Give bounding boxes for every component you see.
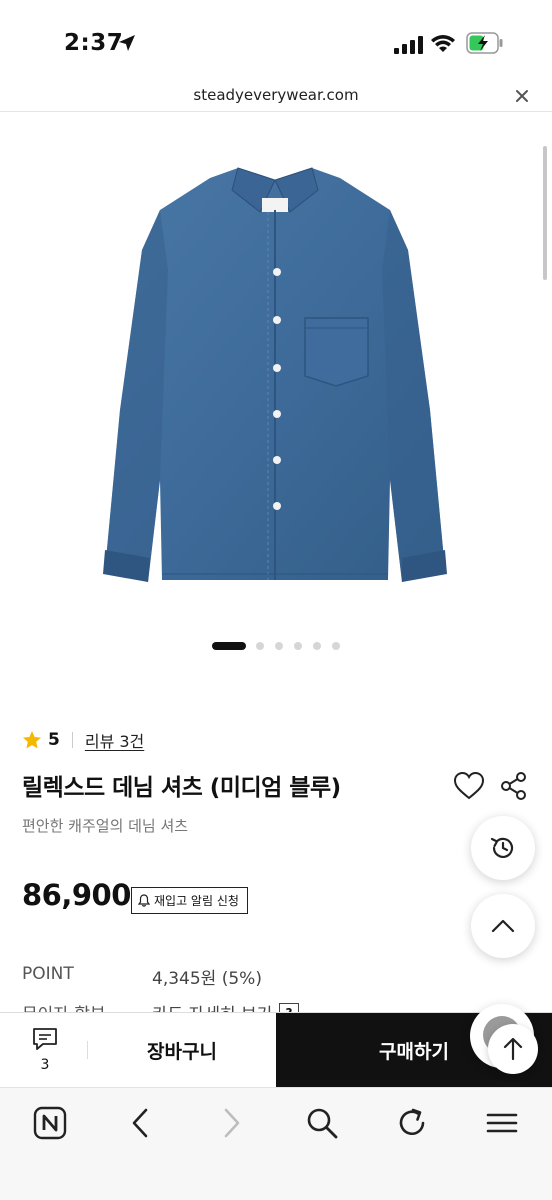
inquiry-button[interactable]: 3 xyxy=(18,1027,72,1073)
arrow-up-icon xyxy=(503,1037,523,1061)
heart-icon[interactable] xyxy=(453,771,485,801)
carousel-dot[interactable] xyxy=(256,642,264,650)
point-label: POINT xyxy=(22,964,74,984)
star-icon xyxy=(23,731,41,749)
carousel-dot[interactable] xyxy=(313,642,321,650)
chevron-up-icon xyxy=(491,919,515,933)
carousel-dot[interactable] xyxy=(332,642,340,650)
restock-alert-button[interactable]: 재입고 알림 신청 xyxy=(131,887,248,914)
rating-value: 5 xyxy=(48,730,60,750)
naver-home-icon[interactable] xyxy=(33,1106,67,1140)
carousel-dot[interactable] xyxy=(294,642,302,650)
carousel-dot[interactable] xyxy=(275,642,283,650)
url-text[interactable]: steadyeverywear.com xyxy=(0,86,552,104)
chat-icon xyxy=(33,1028,57,1050)
share-icon[interactable] xyxy=(500,771,528,801)
product-image[interactable] xyxy=(90,150,460,600)
product-title: 릴렉스드 데님 셔츠 (미디엄 블루) xyxy=(22,775,341,801)
menu-icon[interactable] xyxy=(486,1106,518,1140)
bell-icon xyxy=(138,894,150,907)
purchase-action-bar: 3 장바구니 구매하기 xyxy=(0,1012,552,1088)
rating-row: 5 리뷰 3건 xyxy=(22,728,144,752)
back-icon[interactable] xyxy=(128,1106,152,1140)
product-price: 86,900 xyxy=(22,878,131,912)
reload-icon[interactable] xyxy=(396,1106,428,1140)
forward-icon[interactable] xyxy=(220,1106,244,1140)
add-to-cart-button[interactable]: 장바구니 xyxy=(88,1013,276,1088)
close-icon[interactable] xyxy=(515,89,529,103)
status-bar: 2:37 xyxy=(0,0,552,78)
cellular-signal-icon xyxy=(394,36,423,54)
browser-toolbar xyxy=(0,1087,552,1200)
point-value: 4,345원 (5%) xyxy=(152,969,262,989)
carousel-dot-active[interactable] xyxy=(212,642,246,650)
battery-charging-icon xyxy=(466,32,503,54)
wifi-icon xyxy=(431,35,455,52)
status-time: 2:37 xyxy=(64,30,124,56)
search-icon[interactable] xyxy=(305,1106,339,1140)
scroll-to-top-button[interactable] xyxy=(471,894,535,958)
page-scroll-indicator xyxy=(543,146,547,280)
image-carousel-dots[interactable] xyxy=(0,642,552,652)
review-count-link[interactable]: 리뷰 3건 xyxy=(85,728,144,752)
divider xyxy=(71,732,73,748)
recently-viewed-button[interactable] xyxy=(471,816,535,880)
history-icon xyxy=(490,837,514,858)
address-bar[interactable]: steadyeverywear.com xyxy=(0,78,552,112)
scroll-up-button[interactable] xyxy=(488,1024,538,1074)
location-arrow-icon xyxy=(119,35,135,51)
product-subtitle: 편안한 캐주얼의 데님 셔츠 xyxy=(22,817,189,835)
restock-alert-label: 재입고 알림 신청 xyxy=(154,894,239,908)
inquiry-count: 3 xyxy=(40,1057,50,1073)
